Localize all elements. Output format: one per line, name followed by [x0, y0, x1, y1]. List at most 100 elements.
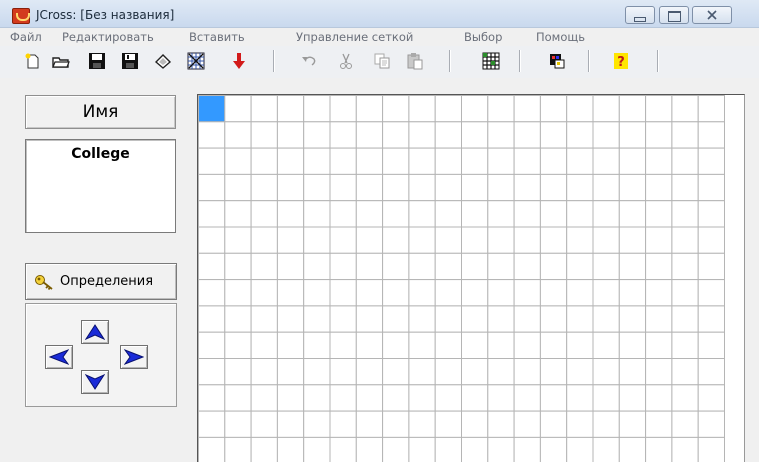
grid-cell[interactable]: [697, 252, 726, 281]
grid-cell[interactable]: [697, 410, 726, 438]
grid-cell[interactable]: [408, 436, 436, 462]
grid-cell[interactable]: [618, 305, 647, 333]
colors-button[interactable]: [546, 50, 568, 72]
grid-cell[interactable]: [329, 200, 357, 228]
paste-button[interactable]: [404, 50, 426, 72]
grid-cell[interactable]: [303, 358, 331, 386]
menu-file[interactable]: Файл: [10, 30, 42, 44]
grid-cell[interactable]: [224, 305, 252, 333]
grid-cell[interactable]: [539, 252, 568, 281]
grid-cell[interactable]: [513, 410, 541, 438]
grid-cell[interactable]: [592, 331, 620, 359]
grid-cell[interactable]: [434, 95, 462, 123]
grid-cell[interactable]: [382, 384, 410, 412]
grid-cell[interactable]: [408, 331, 436, 359]
grid-cell[interactable]: [566, 147, 594, 175]
grid-cell[interactable]: [592, 147, 620, 175]
grid-cell[interactable]: [382, 305, 410, 333]
grid-cell[interactable]: [671, 226, 699, 254]
grid-cell[interactable]: [198, 121, 226, 149]
grid-cell[interactable]: [382, 279, 410, 307]
grid-cell[interactable]: [513, 436, 541, 462]
grid-cell[interactable]: [303, 200, 331, 228]
grid-cell[interactable]: [303, 384, 331, 412]
grid-cell[interactable]: [382, 226, 410, 254]
grid-cell[interactable]: [329, 331, 357, 359]
grid-cell[interactable]: [671, 305, 699, 333]
grid-cell[interactable]: [645, 331, 673, 359]
grid-cell[interactable]: [408, 305, 436, 333]
grid-cell[interactable]: [487, 436, 515, 462]
grid-cell[interactable]: [224, 436, 252, 462]
grid-cell[interactable]: [198, 358, 226, 386]
grid-cell[interactable]: [566, 358, 594, 386]
move-left-button[interactable]: [45, 345, 73, 369]
grid-cell[interactable]: [250, 200, 278, 228]
menu-insert[interactable]: Вставить: [189, 30, 245, 44]
grid-button[interactable]: [480, 50, 502, 72]
grid-cell[interactable]: [539, 95, 568, 123]
grid-cell[interactable]: [461, 252, 489, 281]
grid-cell[interactable]: [487, 226, 515, 254]
move-down-button[interactable]: [81, 370, 109, 394]
grid-cell[interactable]: [461, 147, 489, 175]
menu-grid-control[interactable]: Управление сеткой: [296, 30, 413, 44]
grid-cell[interactable]: [408, 358, 436, 386]
grid-cell[interactable]: [198, 226, 226, 254]
grid-cell[interactable]: [697, 200, 726, 228]
grid-cell[interactable]: [408, 226, 436, 254]
grid-cell[interactable]: [434, 200, 462, 228]
grid-cell[interactable]: [645, 358, 673, 386]
grid-cell[interactable]: [539, 331, 568, 359]
grid-cell[interactable]: [697, 279, 726, 307]
menu-edit[interactable]: Редактировать: [62, 30, 154, 44]
grid-cell[interactable]: [566, 436, 594, 462]
grid-cell[interactable]: [618, 410, 647, 438]
grid-cell[interactable]: [408, 279, 436, 307]
grid-cell[interactable]: [566, 226, 594, 254]
grid-cell[interactable]: [408, 147, 436, 175]
grid-cell[interactable]: [355, 252, 384, 281]
grid-cell[interactable]: [539, 226, 568, 254]
grid-cell[interactable]: [276, 121, 305, 149]
grid-cell[interactable]: [645, 95, 673, 123]
grid-cell[interactable]: [408, 200, 436, 228]
grid-cell[interactable]: [618, 121, 647, 149]
grid-cell[interactable]: [566, 121, 594, 149]
save-button[interactable]: [86, 50, 108, 72]
grid-cell[interactable]: [355, 331, 384, 359]
grid-cell[interactable]: [461, 436, 489, 462]
grid-cell[interactable]: [434, 173, 462, 202]
word-list[interactable]: College: [25, 139, 176, 233]
grid-cell[interactable]: [355, 384, 384, 412]
grid-cell[interactable]: [513, 226, 541, 254]
grid-cell[interactable]: [461, 331, 489, 359]
grid-cell[interactable]: [329, 384, 357, 412]
grid-cell[interactable]: [645, 410, 673, 438]
grid-cell[interactable]: [592, 436, 620, 462]
grid-cell[interactable]: [487, 279, 515, 307]
grid-cell[interactable]: [592, 279, 620, 307]
grid-cell[interactable]: [250, 436, 278, 462]
grid-cell[interactable]: [671, 384, 699, 412]
grid-cell[interactable]: [592, 121, 620, 149]
grid-cell[interactable]: [329, 358, 357, 386]
grid-cell[interactable]: [434, 147, 462, 175]
grid-cell[interactable]: [250, 279, 278, 307]
grid-cell[interactable]: [303, 331, 331, 359]
grid-cell[interactable]: [303, 279, 331, 307]
grid-cell[interactable]: [276, 331, 305, 359]
grid-cell[interactable]: [250, 358, 278, 386]
grid-cell[interactable]: [434, 358, 462, 386]
grid-cell[interactable]: [224, 252, 252, 281]
grid-cell[interactable]: [671, 147, 699, 175]
grid-cell[interactable]: [697, 95, 726, 123]
grid-cell[interactable]: [697, 305, 726, 333]
grid-cell[interactable]: [697, 384, 726, 412]
grid-cell[interactable]: [224, 147, 252, 175]
grid-cell[interactable]: [697, 173, 726, 202]
grid-cell[interactable]: [513, 384, 541, 412]
grid-cell[interactable]: [276, 358, 305, 386]
grid-cell[interactable]: [434, 252, 462, 281]
grid-cell[interactable]: [329, 147, 357, 175]
